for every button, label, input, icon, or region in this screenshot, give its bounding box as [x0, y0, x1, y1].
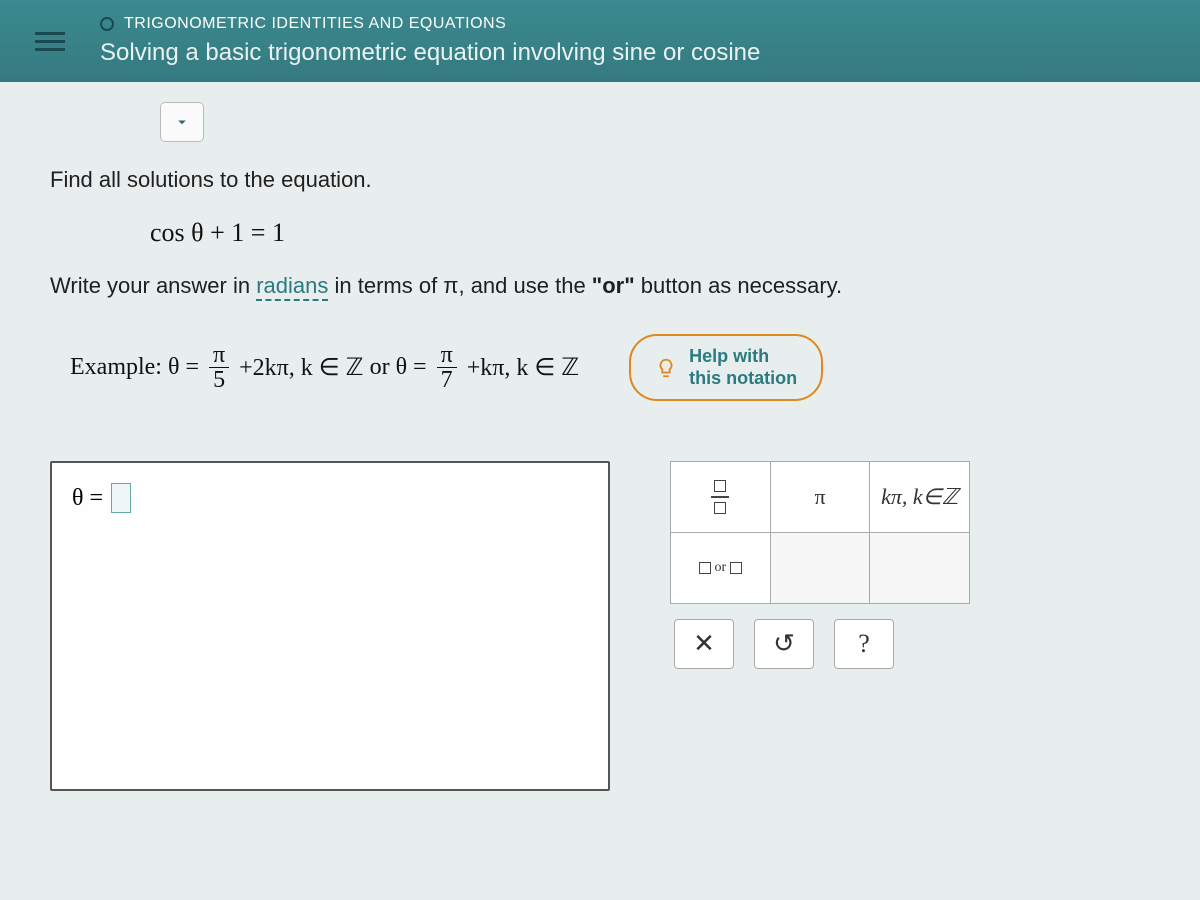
problem-equation: cos θ + 1 = 1	[150, 218, 1150, 248]
clear-button[interactable]: ✕	[674, 619, 734, 669]
example-expression: Example: θ = π 5 +2kπ, k ∈ ℤ or θ = π 7 …	[70, 343, 579, 392]
palette-empty	[770, 533, 870, 603]
fraction-icon: π 7	[437, 343, 457, 392]
answer-slot[interactable]	[111, 483, 131, 513]
category-row: TRIGONOMETRIC IDENTITIES AND EQUATIONS	[100, 15, 760, 33]
input-palette: π kπ, k∈ℤ or	[670, 461, 970, 604]
example-theta2: θ =	[396, 354, 427, 381]
instruction-text: Write your answer in radians in terms of…	[50, 273, 1150, 299]
theta-label: θ =	[72, 485, 103, 512]
instruction-post: button as necessary.	[635, 273, 843, 298]
instruction-pre: Write your answer in	[50, 273, 256, 298]
or-literal: "or"	[592, 273, 635, 298]
header-text: TRIGONOMETRIC IDENTITIES AND EQUATIONS S…	[100, 15, 760, 67]
page-subtitle: Solving a basic trigonometric equation i…	[100, 39, 760, 67]
page-header: TRIGONOMETRIC IDENTITIES AND EQUATIONS S…	[0, 0, 1200, 82]
palette-row: or	[670, 533, 970, 604]
radians-link[interactable]: radians	[256, 273, 328, 301]
example-or: or	[370, 354, 390, 381]
help-notation-button[interactable]: Help with this notation	[629, 334, 823, 401]
problem-prompt: Find all solutions to the equation.	[50, 167, 1150, 193]
example-term2: +kπ, k ∈ ℤ	[467, 353, 579, 382]
palette-empty	[869, 533, 969, 603]
theta-equals: θ =	[72, 483, 588, 513]
action-row: ✕ ↺ ?	[670, 619, 970, 669]
example-theta1: θ =	[168, 354, 199, 381]
fraction-icon: π 5	[209, 343, 229, 392]
example-term1: +2kπ, k ∈ ℤ	[239, 353, 363, 382]
input-palette-wrapper: π kπ, k∈ℤ or ✕ ↺	[670, 461, 970, 669]
circle-icon	[100, 17, 114, 31]
instruction-mid: in terms of π, and use the	[328, 273, 591, 298]
help-text: Help with this notation	[689, 346, 797, 389]
content-area: Find all solutions to the equation. cos …	[0, 82, 1200, 811]
kpi-kz-button[interactable]: kπ, k∈ℤ	[869, 462, 969, 532]
reset-button[interactable]: ↺	[754, 619, 814, 669]
or-icon: or	[699, 560, 743, 576]
lightbulb-icon	[655, 357, 677, 379]
example-label: Example:	[70, 354, 162, 381]
dropdown-toggle[interactable]	[160, 102, 204, 142]
answer-input-box[interactable]: θ =	[50, 461, 610, 791]
category-label: TRIGONOMETRIC IDENTITIES AND EQUATIONS	[124, 15, 506, 33]
fraction-button[interactable]	[671, 462, 770, 532]
example-row: Example: θ = π 5 +2kπ, k ∈ ℤ or θ = π 7 …	[70, 334, 1150, 401]
pi-button[interactable]: π	[770, 462, 870, 532]
menu-icon[interactable]	[30, 27, 70, 56]
palette-row: π kπ, k∈ℤ	[670, 461, 970, 533]
fraction-icon	[711, 480, 729, 514]
chevron-down-icon	[173, 113, 191, 131]
help-button[interactable]: ?	[834, 619, 894, 669]
answer-area: θ = π kπ, k∈ℤ	[50, 461, 1150, 791]
or-button[interactable]: or	[671, 533, 770, 603]
